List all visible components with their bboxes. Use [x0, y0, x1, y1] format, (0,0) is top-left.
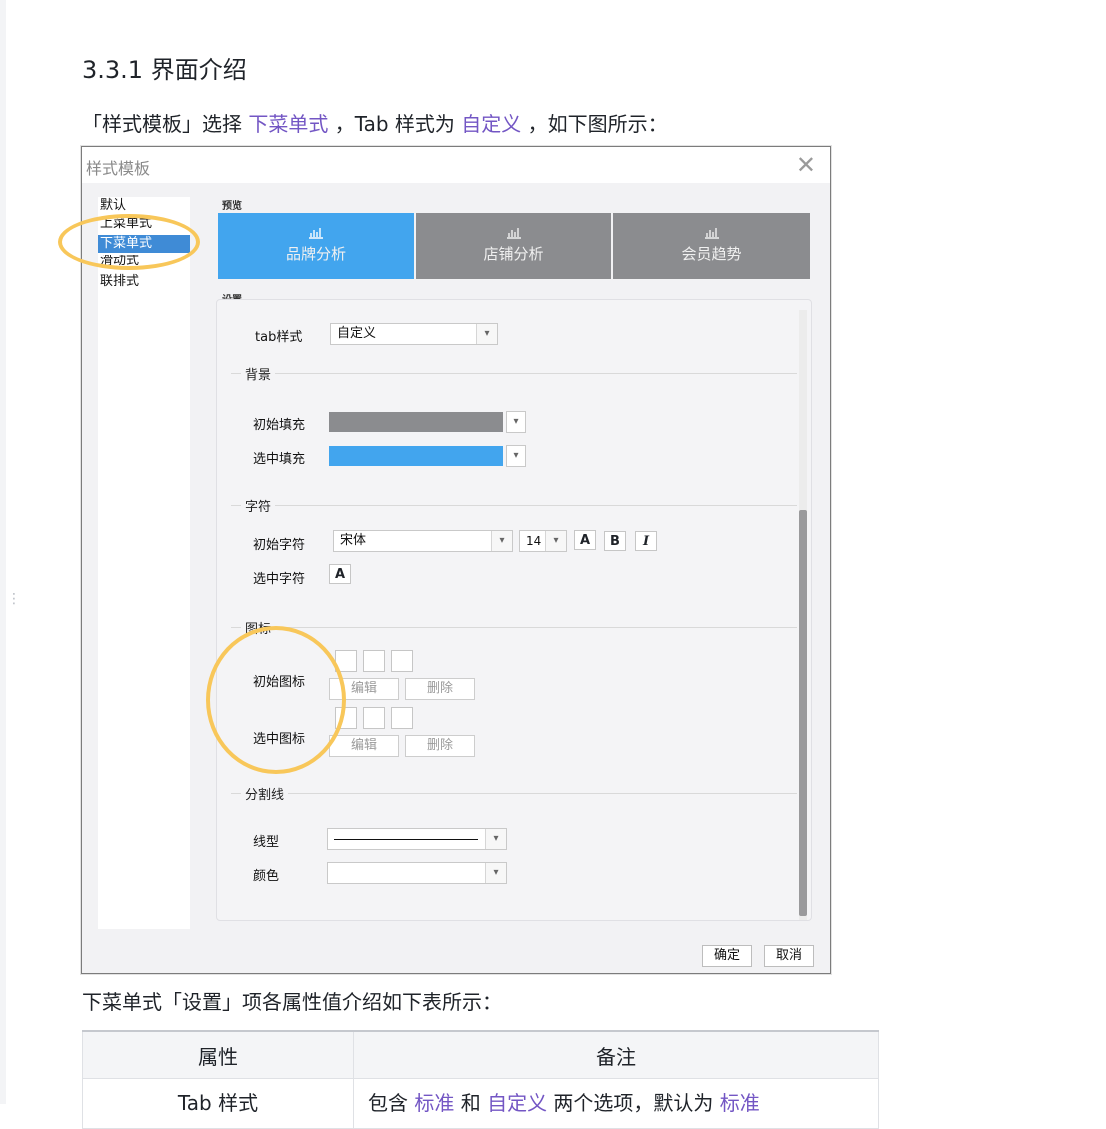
preview-tab-label: 会员趋势	[681, 245, 742, 263]
chevron-down-icon[interactable]: ▾	[506, 445, 526, 467]
preview-tab-store[interactable]: 店铺分析	[416, 213, 611, 279]
initial-icon-delete-button[interactable]: 删除	[405, 678, 475, 700]
preview-tab-label: 店铺分析	[483, 245, 544, 263]
preview-tab-label: 品牌分析	[285, 245, 346, 263]
preview-tab-brand[interactable]: 品牌分析	[218, 213, 414, 279]
cancel-button[interactable]: 取消	[764, 945, 814, 967]
selected-char-label: 选中字符	[253, 572, 306, 587]
font-color-button[interactable]: A	[574, 530, 596, 550]
table-header-attr: 属性	[82, 1030, 354, 1079]
chart-icon	[704, 228, 719, 239]
selected-icon-edit-button[interactable]: 编辑	[329, 735, 399, 757]
dialog-title: 样式模板	[86, 159, 151, 178]
line-color-label: 颜色	[253, 869, 280, 884]
background-group-title: 背景	[241, 364, 276, 383]
line-sample	[334, 839, 478, 840]
vertical-scrollbar[interactable]	[799, 310, 807, 920]
preview-tab-member[interactable]: 会员趋势	[613, 213, 810, 279]
font-value: 宋体	[340, 533, 367, 548]
preview-tabs: 品牌分析 店铺分析 会员趋势	[218, 213, 810, 279]
table-intro: 下菜单式「设置」项各属性值介绍如下表所示：	[82, 990, 502, 1014]
section-heading: 3.3.1 界面介绍	[82, 56, 247, 84]
left-rail	[0, 0, 6, 1104]
style-item-default[interactable]: 默认	[98, 197, 190, 215]
note-text: 和	[454, 1091, 488, 1115]
settings-panel: tab样式 自定义 ▾ 背景 初始填充 ▾ 选中填充 ▾ 字符 初始字符 宋体 …	[216, 299, 812, 921]
selected-font-color-button[interactable]: A	[329, 564, 351, 584]
italic-button[interactable]: I	[635, 531, 657, 551]
close-icon[interactable]: ✕	[796, 151, 816, 179]
line-type-label: 线型	[253, 835, 280, 850]
icon-slot[interactable]	[391, 650, 413, 672]
tab-style-value: 自定义	[337, 326, 377, 341]
link-standard[interactable]: 标准	[414, 1091, 454, 1115]
initial-fill-swatch[interactable]	[329, 412, 503, 432]
intro-suffix: ，如下图所示：	[521, 112, 668, 136]
link-standard[interactable]: 标准	[720, 1091, 760, 1115]
style-list: 默认 上菜单式 下菜单式 滑动式 联排式	[98, 197, 190, 929]
property-table: 属性 备注 Tab 样式 包含 标准 和 自定义 两个选项，默认为 标准	[82, 1030, 879, 1129]
initial-fill-label: 初始填充	[253, 418, 306, 433]
ok-button[interactable]: 确定	[702, 945, 752, 967]
initial-char-label: 初始字符	[253, 538, 306, 553]
selected-fill-swatch[interactable]	[329, 446, 503, 466]
divider	[231, 373, 797, 374]
dialog-titlebar: 样式模板 ✕	[82, 147, 830, 183]
font-size-select[interactable]: 14 ▾	[519, 530, 567, 552]
tab-style-label: tab样式	[255, 330, 303, 345]
note-text: 两个选项，默认为	[547, 1091, 720, 1115]
selected-fill-label: 选中填充	[253, 452, 306, 467]
link-custom[interactable]: 自定义	[487, 1091, 547, 1115]
divider	[231, 793, 797, 794]
note-text: 包含	[368, 1091, 415, 1115]
chevron-down-icon[interactable]: ▾	[491, 531, 512, 551]
divider	[231, 627, 797, 628]
chevron-down-icon[interactable]: ▾	[485, 863, 506, 883]
intro-middle: ，Tab 样式为	[328, 112, 462, 136]
bold-button[interactable]: B	[604, 531, 626, 551]
divider-group-title: 分割线	[241, 784, 289, 803]
intro-prefix: 「样式模板」选择	[82, 112, 249, 136]
selected-icon-delete-button[interactable]: 删除	[405, 735, 475, 757]
line-type-select[interactable]: ▾	[327, 828, 507, 850]
chart-icon	[506, 228, 521, 239]
drag-handle-icon[interactable]: ⋮	[7, 592, 21, 606]
line-color-select[interactable]: ▾	[327, 862, 507, 884]
font-select[interactable]: 宋体 ▾	[333, 530, 513, 552]
style-template-dialog-screenshot: 样式模板 ✕ 默认 上菜单式 下菜单式 滑动式 联排式 预览 品牌分析 店铺分析…	[81, 146, 831, 974]
highlight-ring-style-list	[58, 214, 200, 270]
scrollbar-thumb[interactable]	[799, 510, 807, 916]
style-item-row[interactable]: 联排式	[98, 273, 190, 291]
intro-paragraph: 「样式模板」选择 下菜单式 ，Tab 样式为 自定义 ，如下图所示：	[82, 108, 668, 137]
icon-slot[interactable]	[391, 707, 413, 729]
highlight-ring-icons	[206, 626, 346, 774]
preview-label: 预览	[222, 201, 242, 212]
font-size-value: 14	[526, 534, 542, 548]
chevron-down-icon[interactable]: ▾	[545, 531, 566, 551]
chart-icon	[309, 228, 323, 239]
link-bottom-menu[interactable]: 下菜单式	[248, 112, 328, 136]
table-header-note: 备注	[353, 1030, 879, 1079]
chevron-down-icon[interactable]: ▾	[506, 411, 526, 433]
link-custom[interactable]: 自定义	[461, 112, 521, 136]
chars-group-title: 字符	[241, 496, 276, 515]
tab-style-select[interactable]: 自定义 ▾	[330, 323, 498, 345]
icon-slot[interactable]	[363, 650, 385, 672]
icon-slot[interactable]	[363, 707, 385, 729]
chevron-down-icon[interactable]: ▾	[485, 829, 506, 849]
divider	[231, 505, 797, 506]
chevron-down-icon[interactable]: ▾	[476, 324, 497, 344]
